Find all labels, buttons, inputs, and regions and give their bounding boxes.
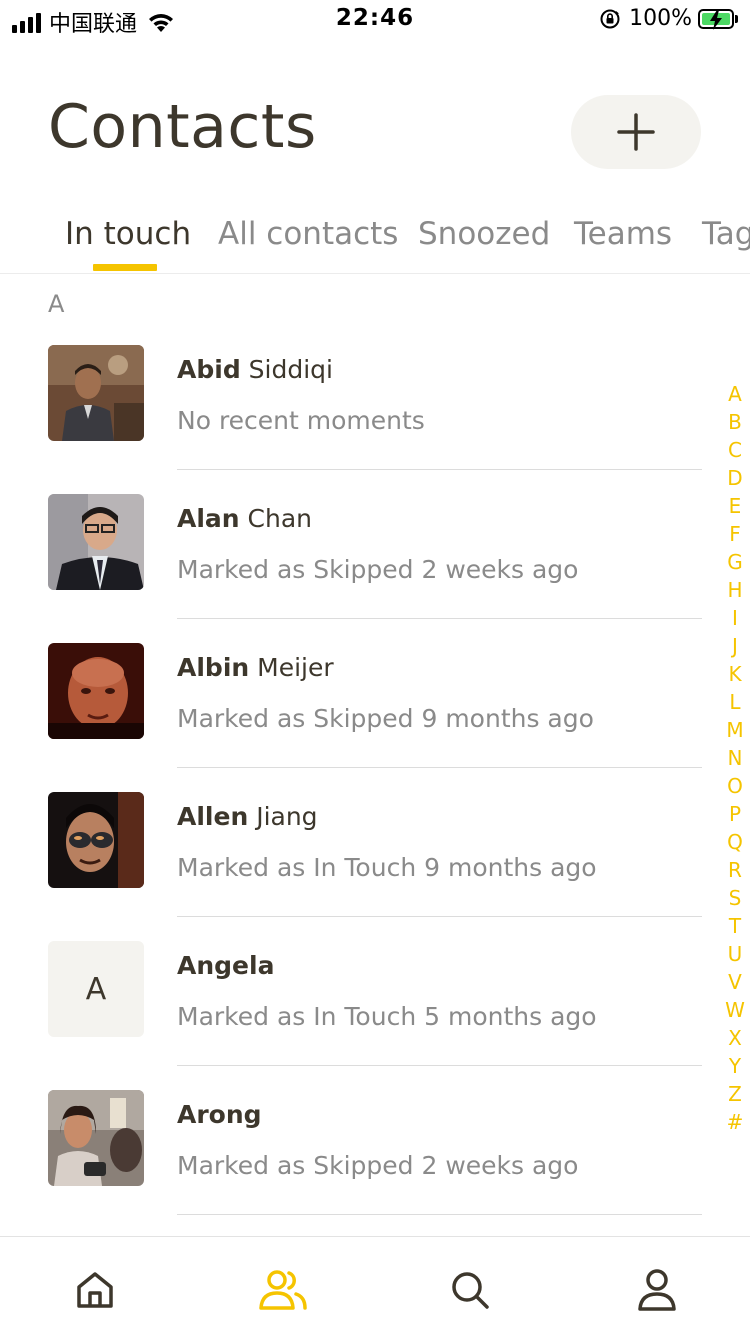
home-icon xyxy=(77,1272,113,1308)
nav-search[interactable] xyxy=(445,1265,495,1315)
index-letter-c[interactable]: C xyxy=(720,436,750,464)
contact-row[interactable]: Albin Meijer Marked as Skipped 9 months … xyxy=(0,643,712,792)
contact-last-name: Siddiqi xyxy=(240,355,333,384)
index-letter-hash[interactable]: # xyxy=(720,1108,750,1136)
avatar xyxy=(48,1090,144,1186)
index-letter-n[interactable]: N xyxy=(720,744,750,772)
contact-status: Marked as Skipped 9 months ago xyxy=(177,704,594,733)
tab-tags[interactable]: Tag xyxy=(702,216,750,252)
index-letter-k[interactable]: K xyxy=(720,660,750,688)
index-letter-m[interactable]: M xyxy=(720,716,750,744)
contacts-icon xyxy=(259,1270,307,1310)
contact-tabs: In touch All contacts Snoozed Teams Tag xyxy=(0,212,750,274)
contact-first-name: Albin xyxy=(177,653,250,682)
contact-status: Marked as In Touch 5 months ago xyxy=(177,1002,597,1031)
index-letter-p[interactable]: P xyxy=(720,800,750,828)
index-letter-b[interactable]: B xyxy=(720,408,750,436)
index-letter-f[interactable]: F xyxy=(720,520,750,548)
row-divider xyxy=(177,1214,702,1215)
contact-first-name: Allen xyxy=(177,802,249,831)
nav-profile[interactable] xyxy=(632,1265,682,1315)
row-divider xyxy=(177,618,702,619)
section-header: A xyxy=(48,290,65,318)
avatar xyxy=(48,792,144,888)
contact-first-name: Alan xyxy=(177,504,240,533)
contact-last-name: Chan xyxy=(239,504,313,533)
contact-status: Marked as Skipped 2 weeks ago xyxy=(177,555,579,584)
nav-home[interactable] xyxy=(70,1265,120,1315)
contact-row[interactable]: Abid Siddiqi No recent moments xyxy=(0,345,712,494)
avatar xyxy=(48,345,144,441)
index-letter-r[interactable]: R xyxy=(720,856,750,884)
bottom-nav xyxy=(0,1236,750,1334)
status-bar-right: 100% xyxy=(599,6,738,31)
tab-in-touch[interactable]: In touch xyxy=(65,216,191,252)
index-letter-v[interactable]: V xyxy=(720,968,750,996)
tab-all-contacts[interactable]: All contacts xyxy=(218,216,398,252)
active-tab-indicator xyxy=(93,264,157,271)
row-divider xyxy=(177,767,702,768)
contact-row[interactable]: A Angela Marked as In Touch 5 months ago xyxy=(0,941,712,1090)
nav-contacts[interactable] xyxy=(258,1265,308,1315)
contact-status: Marked as Skipped 2 weeks ago xyxy=(177,1151,579,1180)
contact-row[interactable]: Allen Jiang Marked as In Touch 9 months … xyxy=(0,792,712,941)
index-letter-i[interactable]: I xyxy=(720,604,750,632)
row-divider xyxy=(177,469,702,470)
page-title: Contacts xyxy=(48,92,317,162)
status-bar: 中国联通 22:46 100% xyxy=(0,0,750,40)
battery-icon xyxy=(698,8,734,30)
index-letter-e[interactable]: E xyxy=(720,492,750,520)
index-letter-g[interactable]: G xyxy=(720,548,750,576)
contact-name: Alan Chan xyxy=(177,504,312,533)
contact-first-name: Angela xyxy=(177,951,275,980)
index-letter-h[interactable]: H xyxy=(720,576,750,604)
contacts-screen: 中国联通 22:46 100% Contacts In touch All co… xyxy=(0,0,750,1334)
contact-name: Allen Jiang xyxy=(177,802,318,831)
contact-last-name: Meijer xyxy=(249,653,334,682)
contact-name: Angela xyxy=(177,951,274,980)
index-letter-w[interactable]: W xyxy=(720,996,750,1024)
index-letter-a[interactable]: A xyxy=(720,380,750,408)
contact-status: No recent moments xyxy=(177,406,425,435)
tab-teams[interactable]: Teams xyxy=(574,216,672,252)
contact-row[interactable]: Arong Marked as Skipped 2 weeks ago xyxy=(0,1090,712,1239)
index-letter-o[interactable]: O xyxy=(720,772,750,800)
index-letter-s[interactable]: S xyxy=(720,884,750,912)
avatar-initial: A xyxy=(48,941,144,1037)
profile-icon xyxy=(638,1269,676,1311)
alphabet-index: A B C D E F G H I J K L M N O P Q R S T … xyxy=(720,380,750,1136)
add-contact-button[interactable] xyxy=(571,95,701,169)
contact-first-name: Arong xyxy=(177,1100,262,1129)
contact-last-name: Jiang xyxy=(248,802,318,831)
row-divider xyxy=(177,1065,702,1066)
index-letter-u[interactable]: U xyxy=(720,940,750,968)
battery-percentage: 100% xyxy=(629,6,692,31)
index-letter-y[interactable]: Y xyxy=(720,1052,750,1080)
index-letter-d[interactable]: D xyxy=(720,464,750,492)
index-letter-j[interactable]: J xyxy=(720,632,750,660)
row-divider xyxy=(177,916,702,917)
rotation-lock-icon xyxy=(600,9,620,28)
avatar xyxy=(48,643,144,739)
contact-row[interactable]: Alan Chan Marked as Skipped 2 weeks ago xyxy=(0,494,712,643)
tab-snoozed[interactable]: Snoozed xyxy=(418,216,550,252)
index-letter-l[interactable]: L xyxy=(720,688,750,716)
plus-icon xyxy=(617,113,655,151)
contact-status: Marked as In Touch 9 months ago xyxy=(177,853,597,882)
index-letter-q[interactable]: Q xyxy=(720,828,750,856)
contact-name: Arong xyxy=(177,1100,262,1129)
index-letter-x[interactable]: X xyxy=(720,1024,750,1052)
index-letter-t[interactable]: T xyxy=(720,912,750,940)
search-icon xyxy=(452,1272,489,1309)
contact-name: Albin Meijer xyxy=(177,653,334,682)
battery-nub xyxy=(735,14,738,23)
contact-first-name: Abid xyxy=(177,355,241,384)
avatar xyxy=(48,494,144,590)
index-letter-z[interactable]: Z xyxy=(720,1080,750,1108)
contact-name: Abid Siddiqi xyxy=(177,355,333,384)
